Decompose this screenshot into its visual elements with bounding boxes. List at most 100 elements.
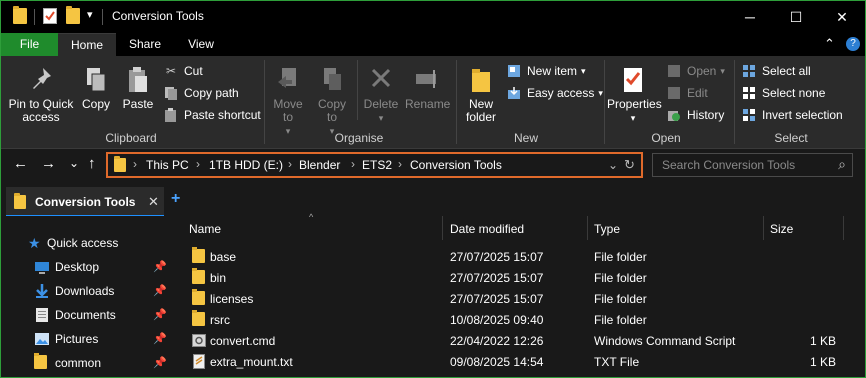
select-none-icon [741, 85, 757, 101]
history-button[interactable]: History [666, 105, 724, 125]
nav-item-common[interactable]: common 📌 [1, 352, 176, 374]
column-header-date[interactable]: Date modified [450, 222, 524, 236]
group-label-organise: Organise [334, 131, 384, 145]
nav-item-label: Pictures [55, 332, 99, 346]
copy-button[interactable]: Copy [79, 66, 113, 111]
search-icon[interactable]: ⌕ [838, 156, 846, 173]
rename-button[interactable]: Rename [405, 66, 450, 111]
desktop-icon [34, 259, 50, 275]
collapse-ribbon-icon[interactable]: ⌃ [824, 36, 835, 52]
new-item-button[interactable]: New item ▾ [506, 61, 586, 81]
history-label: History [687, 108, 725, 122]
file-list: ^ Name Date modified Type Size base 27/0… [176, 212, 865, 377]
breadcrumb-drive[interactable]: 1TB HDD (E:) [209, 158, 283, 172]
column-divider[interactable] [587, 216, 588, 240]
maximize-button[interactable]: ☐ [773, 1, 819, 33]
copy-icon [87, 68, 106, 92]
breadcrumb-separator: › [133, 157, 137, 171]
divider [357, 60, 358, 120]
file-type: File folder [594, 292, 647, 306]
column-divider[interactable] [763, 216, 764, 240]
address-history-dropdown[interactable]: ⌄ [608, 158, 618, 172]
column-header-size[interactable]: Size [770, 222, 793, 236]
rename-icon [416, 70, 436, 88]
easy-access-button[interactable]: Easy access ▾ [506, 83, 603, 103]
tab-home[interactable]: Home [58, 33, 116, 56]
file-date: 09/08/2025 14:54 [450, 355, 544, 369]
divider [34, 9, 35, 25]
new-item-icon [506, 63, 522, 79]
new-folder-quick-icon[interactable] [66, 6, 80, 26]
edit-button[interactable]: Edit [666, 83, 708, 103]
nav-item-pictures[interactable]: Pictures 📌 [1, 328, 176, 350]
column-divider[interactable] [442, 216, 443, 240]
tab-share[interactable]: Share [121, 33, 169, 56]
copy-path-label: Copy path [184, 86, 239, 100]
paste-label: Paste [122, 97, 154, 111]
nav-item-downloads[interactable]: Downloads 📌 [1, 280, 176, 302]
pin-icon[interactable]: 📌 [153, 356, 167, 369]
select-all-icon [741, 63, 757, 79]
column-header-type[interactable]: Type [594, 222, 620, 236]
file-row-base[interactable]: base 27/07/2025 15:07 File folder [176, 246, 865, 267]
breadcrumb-ets2[interactable]: ETS2 [362, 158, 392, 172]
copy-path-button[interactable]: Copy path [163, 83, 239, 103]
cut-button[interactable]: ✂ Cut [163, 61, 203, 81]
tab-view[interactable]: View [177, 33, 225, 56]
pin-icon[interactable]: 📌 [153, 332, 167, 345]
select-none-button[interactable]: Select none [741, 83, 825, 103]
column-divider[interactable] [843, 216, 844, 240]
forward-button[interactable]: → [41, 155, 56, 172]
breadcrumb-conversion-tools[interactable]: Conversion Tools [410, 158, 502, 172]
breadcrumb-blender[interactable]: Blender [299, 158, 340, 172]
back-button[interactable]: ← [13, 155, 28, 172]
copy-to-button[interactable]: Copy to ▾ [313, 66, 351, 138]
minimize-button[interactable]: ─ [727, 1, 773, 33]
nav-item-desktop[interactable]: Desktop 📌 [1, 256, 176, 278]
help-icon[interactable]: ? [846, 37, 860, 51]
tab-file[interactable]: File [1, 33, 58, 56]
file-row-rsrc[interactable]: rsrc 10/08/2025 09:40 File folder [176, 309, 865, 330]
nav-item-label: Downloads [55, 284, 115, 298]
file-row-licenses[interactable]: licenses 27/07/2025 15:07 File folder [176, 288, 865, 309]
folder-tab[interactable]: Conversion Tools ✕ [6, 187, 164, 217]
select-all-button[interactable]: Select all [741, 61, 811, 81]
edit-label: Edit [687, 86, 708, 100]
recent-locations-button[interactable]: ⌄ [69, 156, 79, 170]
column-header-name[interactable]: Name [189, 222, 221, 236]
invert-selection-button[interactable]: Invert selection [741, 105, 843, 125]
search-input[interactable]: Search Conversion Tools ⌕ [652, 153, 853, 177]
delete-button[interactable]: Delete ▾ [361, 66, 401, 125]
address-bar[interactable]: › This PC › 1TB HDD (E:) › Blender › ETS… [106, 152, 643, 178]
file-name: extra_mount.txt [210, 355, 293, 369]
paste-shortcut-button[interactable]: Paste shortcut [163, 105, 261, 125]
file-row-bin[interactable]: bin 27/07/2025 15:07 File folder [176, 267, 865, 288]
close-tab-icon[interactable]: ✕ [148, 194, 159, 210]
refresh-button[interactable]: ↻ [624, 157, 635, 173]
nav-item-quick-access[interactable]: ★ Quick access [1, 232, 176, 254]
paste-button[interactable]: Paste [119, 66, 157, 111]
open-button[interactable]: Open ▾ [666, 61, 725, 81]
file-row-convert-cmd[interactable]: convert.cmd 22/04/2022 12:26 Windows Com… [176, 330, 865, 351]
pin-icon[interactable]: 📌 [153, 284, 167, 297]
invert-selection-icon [741, 107, 757, 123]
new-tab-button[interactable]: + [171, 190, 180, 208]
pin-icon[interactable]: 📌 [153, 308, 167, 321]
file-date: 27/07/2025 15:07 [450, 292, 544, 306]
nav-item-documents[interactable]: Documents 📌 [1, 304, 176, 326]
move-to-button[interactable]: Move to ▾ [269, 66, 307, 138]
properties-quick-icon[interactable] [43, 8, 57, 26]
file-row-extra-mount-txt[interactable]: extra_mount.txt 09/08/2025 14:54 TXT Fil… [176, 351, 865, 372]
file-name: base [210, 250, 237, 264]
customize-toolbar-dropdown[interactable]: ▾ [87, 8, 93, 26]
pin-icon[interactable]: 📌 [153, 260, 167, 273]
properties-button[interactable]: Properties ▾ [607, 66, 662, 125]
folder-icon [13, 6, 27, 26]
download-icon [34, 283, 50, 299]
breadcrumb-this-pc[interactable]: This PC [146, 158, 189, 172]
close-button[interactable]: ✕ [819, 1, 865, 33]
pin-to-quick-access-button[interactable]: Pin to Quick access [5, 66, 77, 124]
folder-tab-label: Conversion Tools [35, 195, 136, 209]
new-folder-button[interactable]: New folder [461, 66, 501, 124]
up-button[interactable]: ↑ [88, 155, 96, 172]
